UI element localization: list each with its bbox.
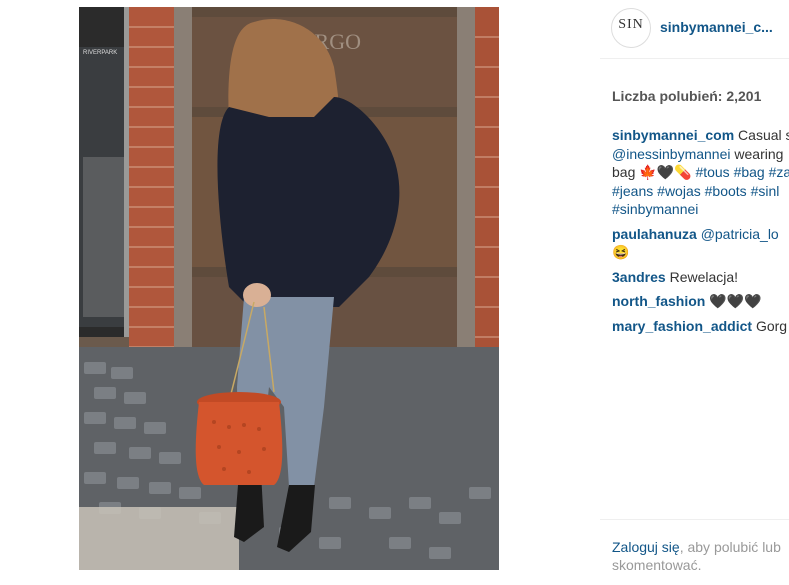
comment-mention[interactable]: @patricia_lo [701, 226, 779, 242]
avatar-logo: SIN [618, 17, 644, 32]
login-text-2: skomentować. [612, 557, 702, 573]
comment-item: paulahanuza @patricia_lo 😆 [612, 225, 789, 262]
caption-username[interactable]: sinbymannei_com [612, 127, 734, 143]
caption-text-2: wearing [734, 145, 784, 162]
login-link[interactable]: Zaloguj się [612, 539, 680, 555]
comment-username[interactable]: north_fashion [612, 293, 705, 309]
login-text: , aby polubić lub [679, 539, 781, 555]
sign-riverpark: RIVERPARK [83, 50, 117, 56]
post-sidebar: SIN sinbymannei_c... Liczba polubień: 2,… [600, 0, 789, 585]
caption: sinbymannei_com Casual s @inessinbymanne… [612, 126, 789, 219]
hashtag-link[interactable]: #sinl [751, 183, 780, 199]
photo-image: RIVERPARK AT [79, 7, 499, 570]
comment-text: 🖤🖤🖤 [709, 293, 762, 309]
hashtag-link[interactable]: #bag [734, 164, 765, 180]
comment-username[interactable]: paulahanuza [612, 226, 697, 242]
avatar[interactable]: SIN [611, 8, 651, 48]
post-header: SIN sinbymannei_c... [600, 0, 789, 59]
hashtag-link[interactable]: #sinbymannei [612, 201, 698, 217]
comment-text: Gorg [755, 317, 788, 334]
likes-count: Liczba polubień: 2,201 [612, 88, 762, 104]
comment-text: Rewelacja! [669, 268, 739, 285]
hashtag-link[interactable]: #tous [695, 164, 729, 180]
post-footer: Zaloguj się, aby polubić lub skomentować… [600, 519, 789, 573]
comment-item: 3andres Rewelacja! [612, 268, 789, 287]
comment-username[interactable]: 3andres [612, 269, 666, 285]
caption-mention[interactable]: @inessinbymannei [612, 146, 731, 162]
hashtag-link[interactable]: #za [769, 164, 789, 180]
caption-text-1: Casual s [738, 127, 789, 143]
hashtag-link[interactable]: #wojas [657, 183, 701, 199]
username-link[interactable]: sinbymannei_c... [660, 19, 773, 35]
login-prompt: Zaloguj się, aby polubić lub skomentować… [612, 538, 781, 574]
comment-item: mary_fashion_addict Gorg [612, 317, 789, 336]
caption-text-3: bag 🍁🖤💊 [612, 164, 692, 180]
comment-item: north_fashion 🖤🖤🖤 [612, 292, 789, 311]
hashtag-link[interactable]: #jeans [612, 183, 653, 199]
hashtag-link[interactable]: #boots [705, 183, 747, 199]
comment-username[interactable]: mary_fashion_addict [612, 318, 752, 334]
comment-emoji: 😆 [612, 244, 630, 260]
comment-list: sinbymannei_com Casual s @inessinbymanne… [612, 126, 789, 341]
post-photo[interactable]: RIVERPARK AT [79, 7, 499, 570]
